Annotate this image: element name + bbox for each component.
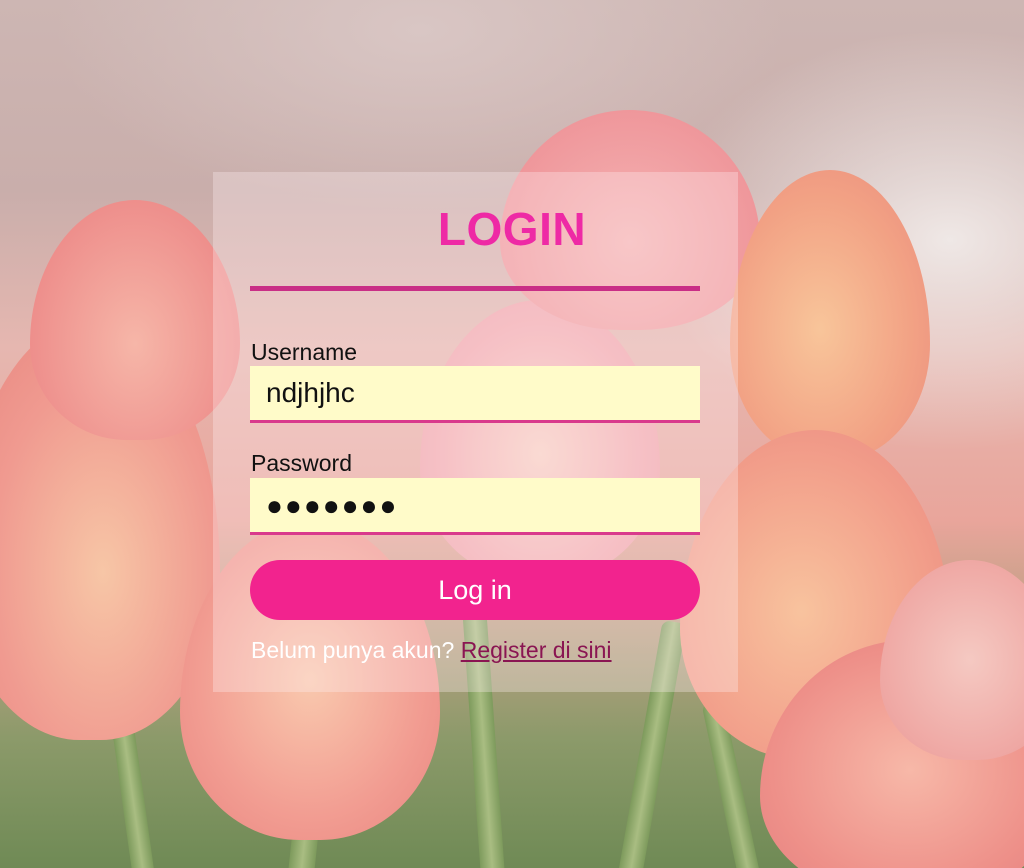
username-label: Username — [251, 339, 358, 365]
title-divider — [250, 286, 700, 291]
register-prompt: Belum punya akun? Register di sini — [251, 636, 612, 664]
password-label: Password — [251, 450, 352, 476]
register-link[interactable]: Register di sini — [461, 637, 612, 663]
username-input[interactable] — [250, 366, 700, 423]
register-prompt-text: Belum punya akun? — [251, 637, 455, 663]
login-title: LOGIN — [437, 203, 587, 255]
password-input[interactable] — [250, 478, 700, 535]
login-button[interactable]: Log in — [250, 560, 700, 620]
